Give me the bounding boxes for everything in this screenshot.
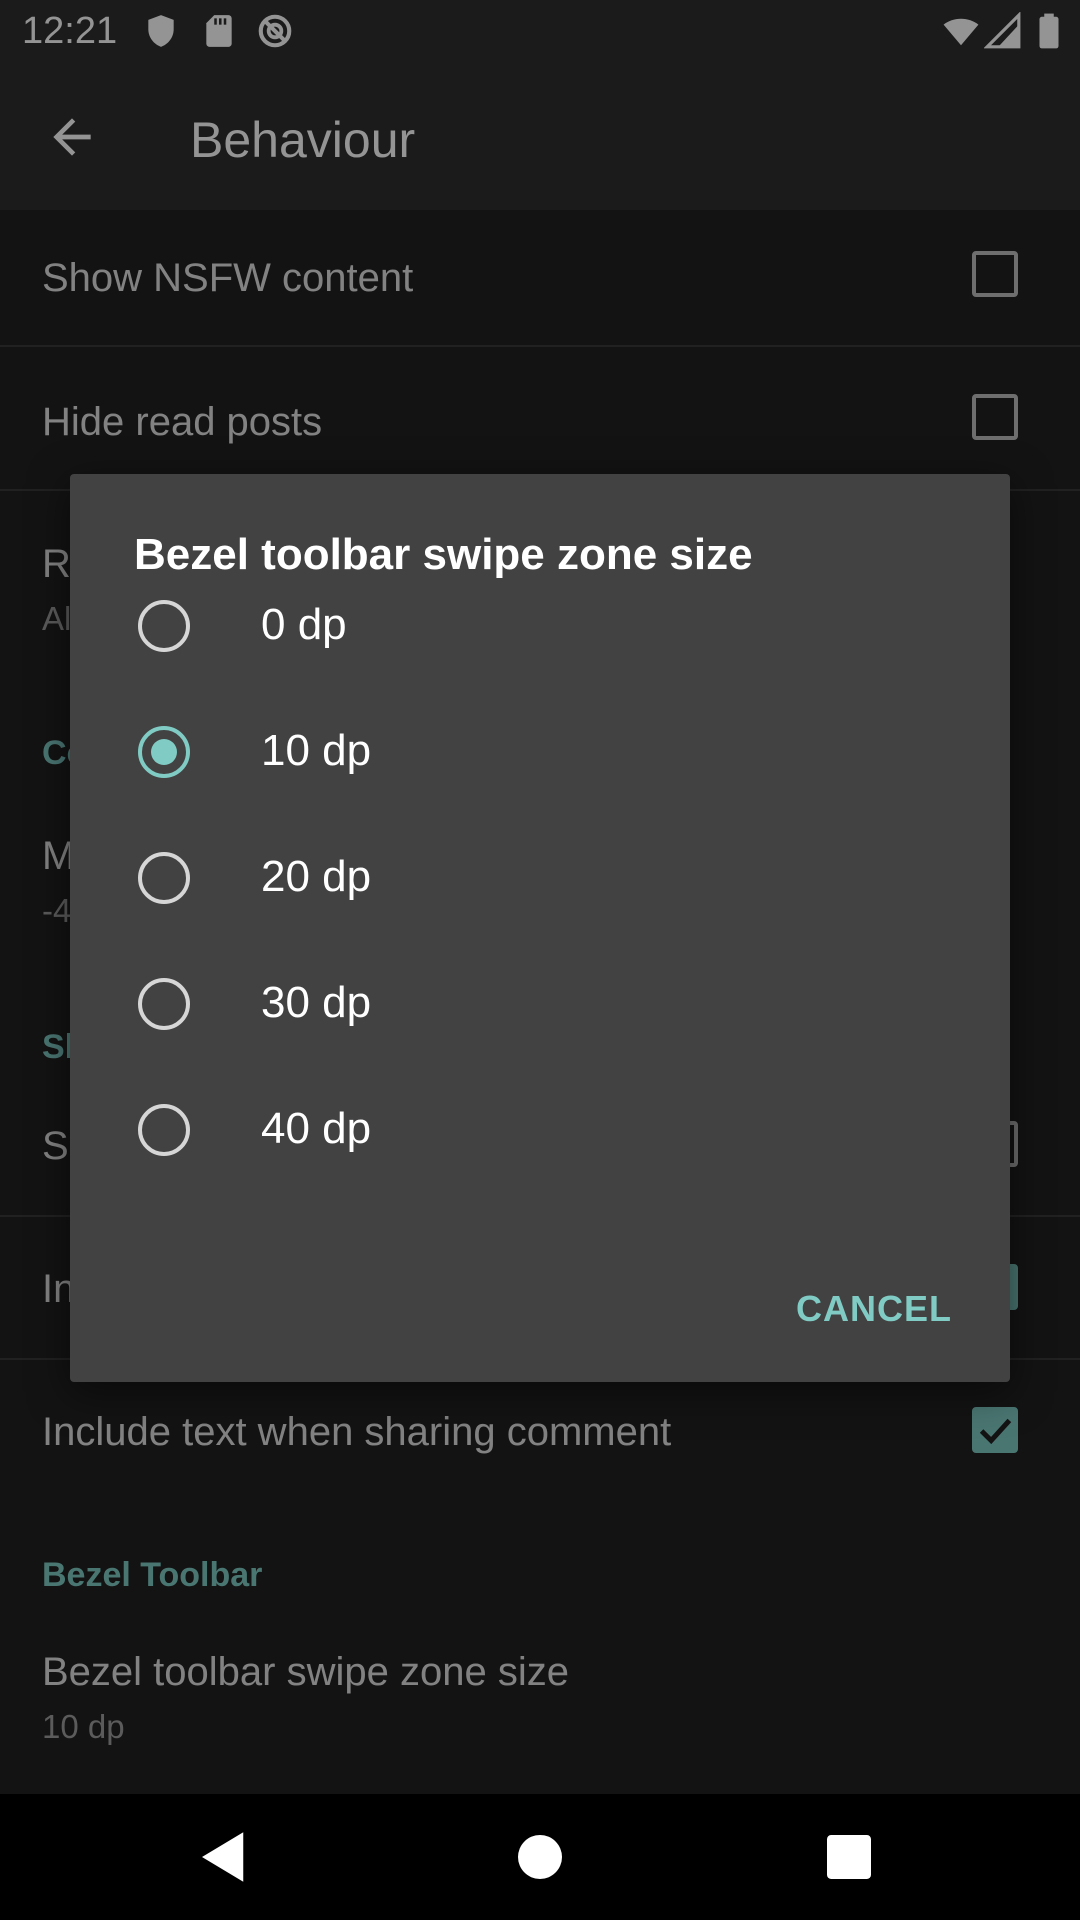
radio-button[interactable] (138, 600, 190, 652)
radio-button[interactable] (138, 978, 190, 1030)
option-label: 30 dp (261, 978, 372, 1027)
option-label: 20 dp (261, 852, 372, 901)
option-label: 10 dp (261, 726, 372, 775)
option-0-dp[interactable]: 0 dp (70, 568, 1010, 688)
recents-square-icon[interactable] (816, 1824, 882, 1890)
radio-button[interactable] (138, 1104, 190, 1156)
option-label: 40 dp (261, 1104, 372, 1153)
option-20-dp[interactable]: 20 dp (70, 820, 1010, 940)
option-40-dp[interactable]: 40 dp (70, 1072, 1010, 1192)
option-30-dp[interactable]: 30 dp (70, 946, 1010, 1066)
home-circle-icon[interactable] (507, 1824, 573, 1890)
option-10-dp[interactable]: 10 dp (70, 694, 1010, 814)
navigation-bar (0, 1794, 1080, 1920)
radio-button[interactable] (138, 852, 190, 904)
radio-button-selected[interactable] (138, 726, 190, 778)
swipe-zone-dialog: Bezel toolbar swipe zone size 0 dp 10 dp… (70, 474, 1010, 1382)
back-triangle-icon[interactable] (191, 1824, 257, 1890)
cancel-button[interactable]: CANCEL (796, 1288, 952, 1330)
option-label: 0 dp (261, 600, 347, 649)
